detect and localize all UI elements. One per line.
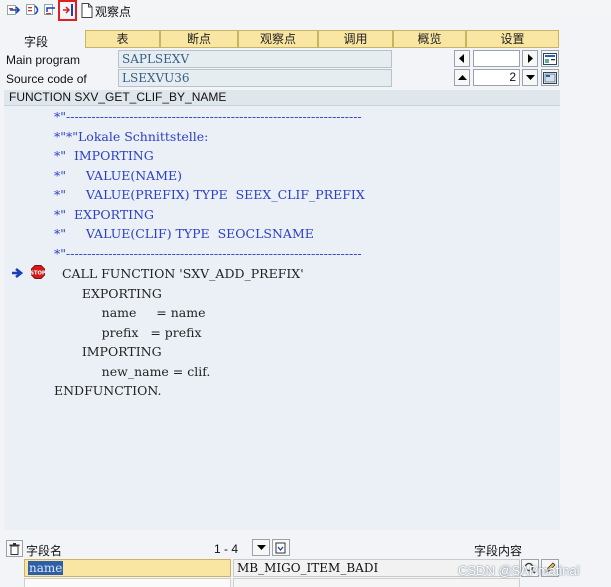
code-line: *" EXPORTING [54,207,155,222]
field-content-label: 字段内容 [474,544,523,558]
code-line: prefix = prefix [54,325,202,340]
code-line: IMPORTING [54,344,162,359]
tab-breakpoints[interactable]: 断点 [160,30,238,48]
step-into-icon[interactable] [6,2,22,18]
line-number-field[interactable]: 2 [473,69,520,86]
variable-name-selected: name [28,561,64,575]
tab-settings[interactable]: 设置 [466,30,559,48]
code-line: ENDFUNCTION. [54,383,162,398]
scroll-right-button[interactable] [522,50,538,67]
code-line: *"*"Lokale Schnittstelle: [54,129,209,144]
triangle-right-icon [528,54,533,63]
code-line-current: CALL FUNCTION 'SXV_ADD_PREFIX' [54,266,304,281]
step-over-icon[interactable] [25,2,41,18]
document-icon [79,2,95,18]
function-header: FUNCTION SXV_GET_CLIF_BY_NAME [4,90,560,106]
code-line: *"--------------------------------------… [54,109,362,124]
watermark-text: CSDN @SAPmatinal [458,563,580,578]
triangle-down-icon [525,75,535,80]
scroll-left-button[interactable] [454,50,470,67]
tab-overview[interactable]: 概览 [393,30,466,48]
breakpoint-stop-icon[interactable]: STOP [30,265,46,282]
scroll-up-button[interactable] [454,69,470,86]
return-icon[interactable] [43,2,59,18]
watchpoint-label[interactable]: 观察点 [95,3,131,20]
tab-table[interactable]: 表 [85,30,160,48]
scroll-down-button[interactable] [522,69,538,86]
code-line: new_name = clif. [54,364,211,379]
variable-name-input-2[interactable] [24,578,231,587]
code-line: *" VALUE(NAME) [54,168,182,183]
code-line: *" IMPORTING [54,148,154,163]
triangle-down-icon [256,545,266,550]
page-down-button[interactable] [252,539,270,556]
code-line: name = name [54,305,206,320]
code-line: *"--------------------------------------… [54,246,362,261]
program-number-field[interactable] [473,50,520,67]
tab-calls[interactable]: 调用 [318,30,393,48]
current-line-arrow-icon [11,267,25,282]
field-label: 字段 [24,35,49,49]
fullscreen-icon[interactable] [541,69,559,86]
delete-icon[interactable] [6,540,23,557]
row-range: 1 - 4 [214,542,239,556]
variable-value-field-2 [233,578,520,587]
triangle-up-icon [457,75,467,80]
code-line: *" VALUE(PREFIX) TYPE SEEX_CLIF_PREFIX [54,187,365,202]
main-program-label: Main program [6,53,81,67]
triangle-left-icon [459,54,464,63]
tab-watchpoints[interactable]: 观察点 [238,30,318,48]
field-name-label: 字段名 [26,544,63,558]
selected-button-highlight [58,0,77,21]
code-line: EXPORTING [54,286,162,301]
code-line: *" VALUE(CLIF) TYPE SEOCLSNAME [54,226,314,241]
svg-text:STOP: STOP [31,270,45,276]
main-program-field: SAPLSEXV [118,50,392,68]
source-code-label: Source code of [6,72,87,86]
source-code-field: LSEXVU36 [118,69,392,87]
scroll-bottom-icon[interactable] [272,539,290,556]
display-source-icon[interactable] [541,50,559,67]
variable-name-input[interactable]: name [24,559,231,577]
